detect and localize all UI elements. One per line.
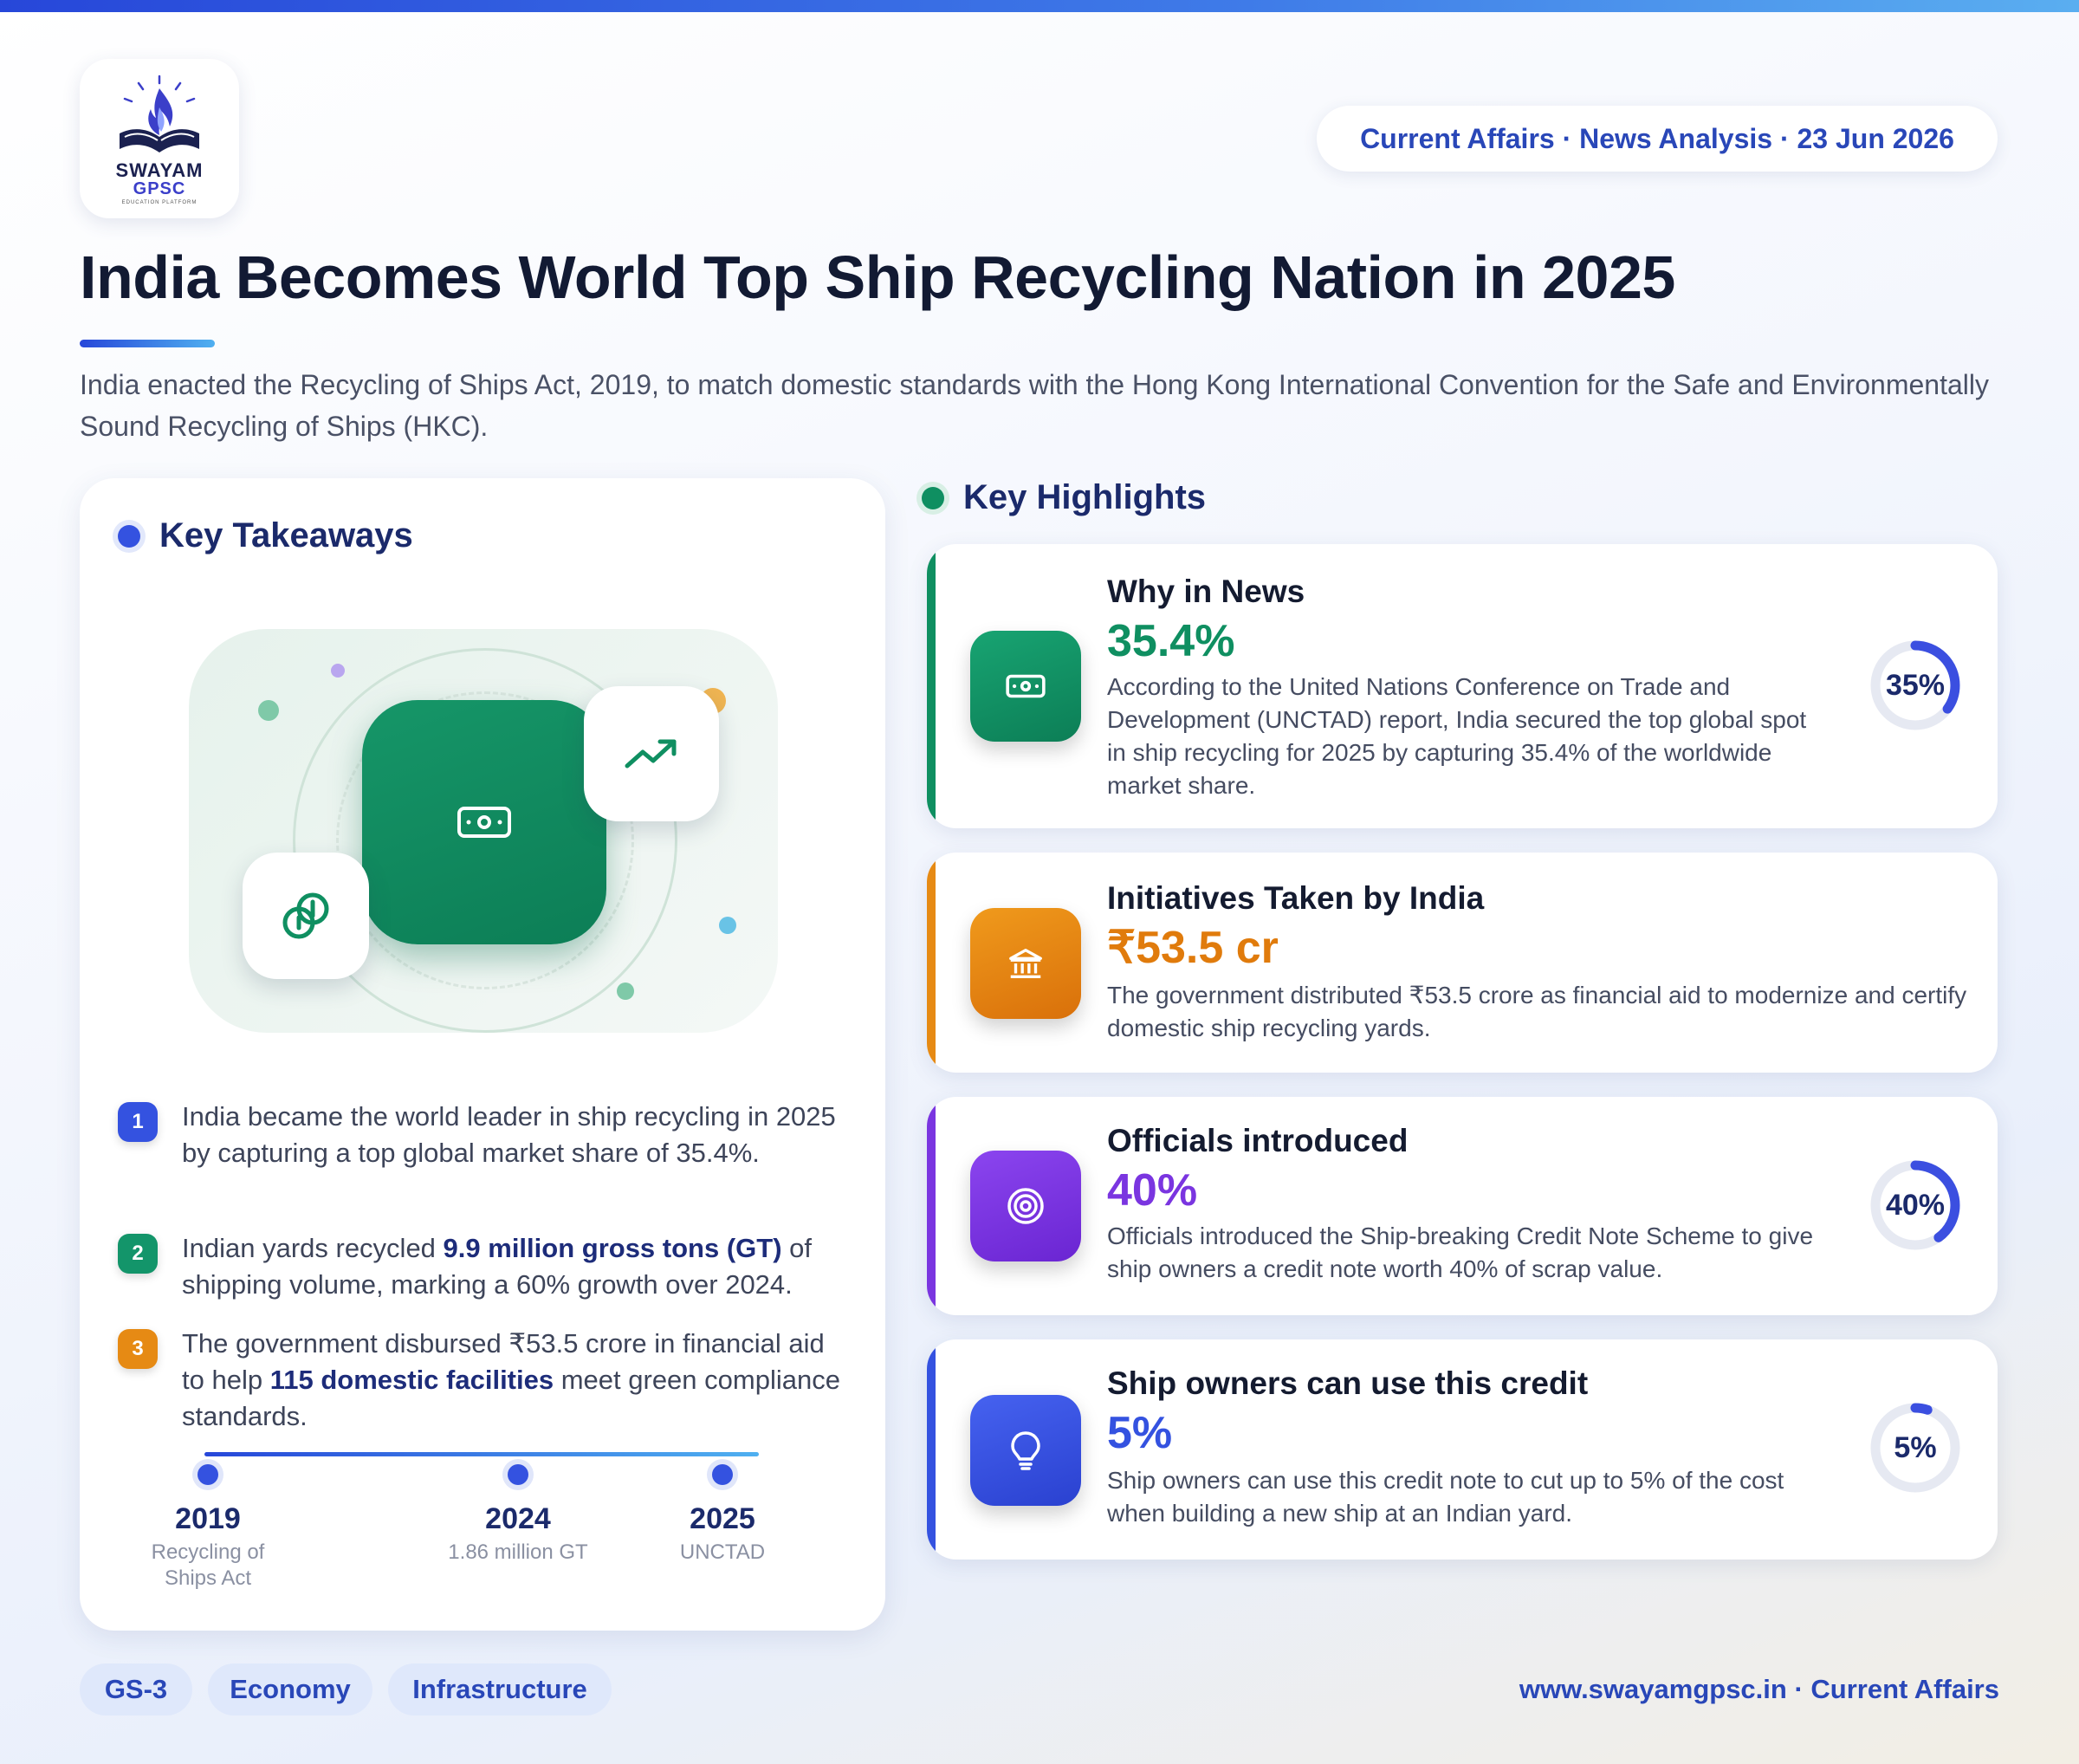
gauge-label: 5%	[1894, 1430, 1937, 1464]
takeaway-item-1: 1 India became the world leader in ship …	[118, 1099, 845, 1171]
highlight-card-initiatives: Initiatives Taken by India ₹53.5 cr The …	[927, 853, 1998, 1073]
highlight-card-ship-owners: Ship owners can use this credit 5% Ship …	[927, 1339, 1998, 1560]
timeline-node-2025: 2025 UNCTAD	[619, 1464, 826, 1566]
card-icon-box	[970, 908, 1081, 1019]
takeaway-text: India became the world leader in ship re…	[182, 1101, 836, 1168]
progress-gauge: 35%	[1868, 638, 1963, 733]
card-stat: 35.4%	[1107, 616, 1235, 666]
card-stat: 5%	[1107, 1408, 1173, 1458]
bullet-dot-icon	[118, 524, 140, 548]
card-stat: ₹53.5 cr	[1107, 923, 1279, 973]
footer-site-link[interactable]: www.swayamgpsc.in · Current Affairs	[1519, 1674, 1999, 1705]
cash-icon	[457, 807, 511, 838]
hero-cash-tile	[362, 700, 606, 944]
lightbulb-icon	[1011, 1431, 1040, 1470]
tag-infrastructure[interactable]: Infrastructure	[388, 1663, 612, 1715]
takeaway-highlight: 115 domestic facilities	[269, 1365, 554, 1395]
tag-gs3[interactable]: GS-3	[80, 1663, 192, 1715]
timeline-dot	[712, 1464, 733, 1485]
card-icon-box	[970, 1395, 1081, 1506]
hero-illustration	[189, 629, 778, 1033]
key-takeaways-title: Key Takeaways	[159, 516, 413, 554]
sparkle-dot	[617, 983, 634, 1000]
takeaway-number: 1	[118, 1102, 158, 1142]
card-stripe	[927, 544, 936, 828]
key-takeaways-heading: Key Takeaways	[118, 516, 413, 555]
bullet-dot-icon	[922, 486, 944, 509]
card-title: Initiatives Taken by India	[1107, 880, 1485, 916]
brand-name: SWAYAM	[115, 159, 204, 181]
brand-logo[interactable]: SWAYAM GPSC EDUCATION PLATFORM	[80, 59, 239, 218]
brand-tagline: EDUCATION PLATFORM	[121, 199, 198, 205]
takeaway-text: The government disbursed ₹53.5 crore in …	[182, 1326, 845, 1435]
title-underline	[80, 340, 215, 347]
highlight-card-officials: Officials introduced 40% Officials intro…	[927, 1097, 1998, 1315]
lead-paragraph: India enacted the Recycling of Ships Act…	[80, 369, 1989, 442]
trending-up-icon	[625, 739, 677, 769]
progress-gauge: 5%	[1868, 1400, 1963, 1495]
card-title: Why in News	[1107, 574, 1305, 609]
timeline-dot	[198, 1464, 218, 1485]
card-stat: 40%	[1107, 1165, 1198, 1216]
page-title: India Becomes World Top Ship Recycling N…	[80, 243, 1675, 311]
card-stripe	[927, 1339, 936, 1560]
sparkle-dot	[331, 664, 345, 678]
timeline-node-2024: 2024 1.86 million GT	[388, 1464, 648, 1566]
target-icon	[1007, 1188, 1044, 1224]
card-description: Ship owners can use this credit note to …	[1107, 1467, 1784, 1527]
key-highlights-title: Key Highlights	[963, 478, 1207, 516]
bank-icon	[1009, 948, 1042, 979]
date-pill: Current Affairs · News Analysis · 23 Jun…	[1317, 106, 1998, 172]
card-description: According to the United Nations Conferen…	[1107, 673, 1807, 799]
sparkle-dot	[719, 917, 736, 934]
timeline-label: 1.86 million GT	[448, 1540, 588, 1564]
takeaway-highlight: 9.9 million gross tons (GT)	[443, 1233, 782, 1263]
tag-economy[interactable]: Economy	[208, 1663, 372, 1715]
gauge-label: 35%	[1885, 668, 1946, 702]
hero-trend-tile	[584, 686, 719, 821]
timeline-label: Recycling of Ships Act	[151, 1540, 265, 1590]
takeaway-text: Indian yards recycled 9.9 million gross …	[182, 1230, 845, 1303]
takeaway-text-part: Indian yards recycled	[182, 1233, 444, 1263]
timeline-year: 2024	[485, 1502, 551, 1535]
timeline-line	[204, 1452, 759, 1456]
highlight-card-why-in-news: Why in News 35.4% According to the Unite…	[927, 544, 1998, 828]
timeline-label: UNCTAD	[679, 1540, 766, 1564]
brand-sub: GPSC	[133, 178, 186, 198]
card-title: Ship owners can use this credit	[1107, 1365, 1589, 1401]
key-takeaways-panel: Key Takeaways 1 India became the world l…	[80, 478, 885, 1631]
flame-book-logo-icon	[120, 75, 199, 152]
card-description: Officials introduced the Ship-breaking C…	[1107, 1222, 1814, 1282]
card-icon-box	[970, 631, 1081, 742]
timeline-year: 2019	[175, 1502, 241, 1535]
sparkle-dot	[258, 700, 279, 721]
cash-icon	[1006, 674, 1046, 698]
takeaway-number: 2	[118, 1234, 158, 1274]
top-accent-bar	[0, 0, 2079, 12]
card-stripe	[927, 853, 936, 1073]
card-icon-box	[970, 1151, 1081, 1261]
takeaway-number: 3	[118, 1329, 158, 1369]
coins-icon	[282, 892, 329, 939]
timeline-dot	[508, 1464, 528, 1485]
progress-gauge: 40%	[1868, 1158, 1963, 1253]
takeaway-item-2: 2 Indian yards recycled 9.9 million gros…	[118, 1230, 845, 1303]
card-title: Officials introduced	[1107, 1123, 1409, 1158]
timeline-year: 2025	[690, 1502, 755, 1535]
card-stripe	[927, 1097, 936, 1315]
gauge-label: 40%	[1885, 1188, 1946, 1222]
card-description: The government distributed ₹53.5 crore a…	[1107, 982, 1967, 1041]
timeline-node-2019: 2019 Recycling of Ships Act	[78, 1464, 338, 1592]
takeaway-item-3: 3 The government disbursed ₹53.5 crore i…	[118, 1326, 845, 1435]
key-highlights-heading: Key Highlights	[922, 478, 1206, 517]
hero-coins-tile	[243, 853, 369, 979]
